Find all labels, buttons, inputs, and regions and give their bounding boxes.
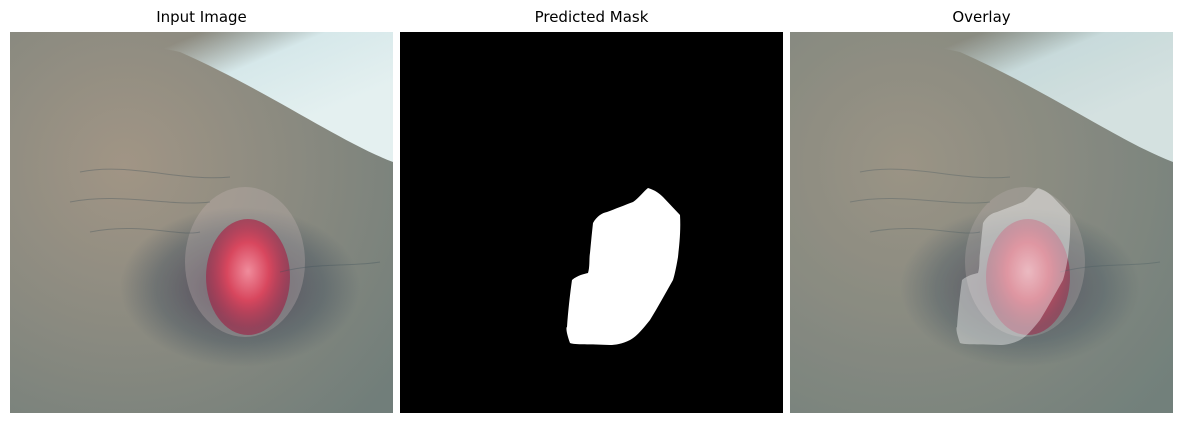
predicted-mask-svg xyxy=(400,32,783,413)
mask-background xyxy=(400,32,783,413)
input-image-title: Input Image xyxy=(156,8,247,26)
overlay-image xyxy=(790,32,1173,413)
input-image xyxy=(10,32,393,413)
overlay-svg xyxy=(790,32,1173,413)
input-image-svg xyxy=(10,32,393,413)
predicted-mask-image xyxy=(400,32,783,413)
overlay-title: Overlay xyxy=(952,8,1011,26)
predicted-mask-title: Predicted Mask xyxy=(534,8,649,26)
